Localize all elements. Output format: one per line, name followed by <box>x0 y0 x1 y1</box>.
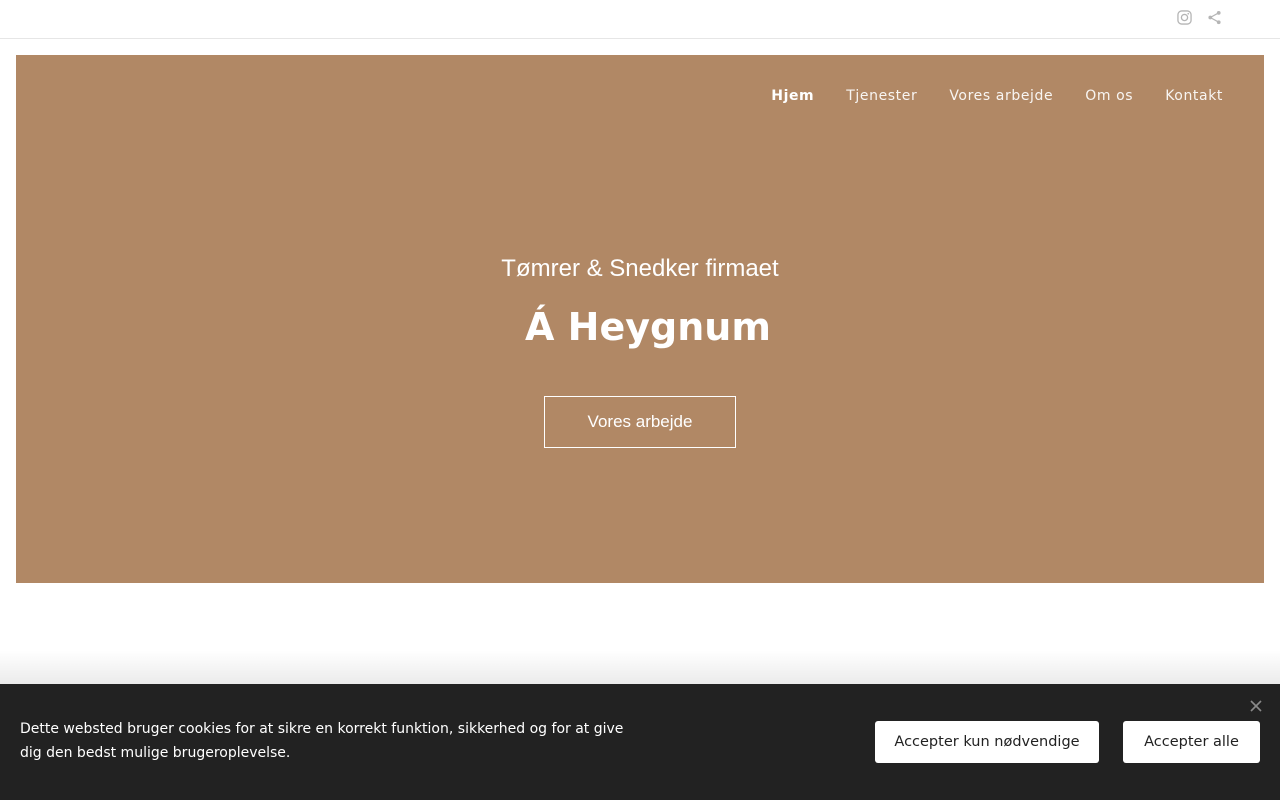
accept-all-button[interactable]: Accepter alle <box>1123 721 1260 763</box>
top-bar <box>0 0 1280 39</box>
nav-item-hjem[interactable]: Hjem <box>755 85 830 107</box>
close-icon[interactable] <box>1248 698 1264 714</box>
cookie-message: Dette websted bruger cookies for at sikr… <box>20 721 624 761</box>
cookie-bar-shadow <box>0 650 1280 684</box>
nav-item-om-os[interactable]: Om os <box>1069 85 1149 107</box>
social-icons <box>1176 9 1222 25</box>
nav-item-tjenester[interactable]: Tjenester <box>830 85 933 107</box>
instagram-icon[interactable] <box>1176 9 1192 25</box>
nav-item-kontakt[interactable]: Kontakt <box>1149 85 1223 107</box>
accept-necessary-button[interactable]: Accepter kun nødvendige <box>875 721 1099 763</box>
cookie-banner: Dette websted bruger cookies for at sikr… <box>0 684 1280 800</box>
nav-item-vores-arbejde[interactable]: Vores arbejde <box>933 85 1069 107</box>
main-nav: Hjem Tjenester Vores arbejde Om os Konta… <box>755 85 1223 107</box>
vores-arbejde-button[interactable]: Vores arbejde <box>544 396 736 448</box>
share-icon[interactable] <box>1206 9 1222 25</box>
hero-subtitle: Tømrer & Snedker firmaet <box>501 255 779 282</box>
hero-section: Hjem Tjenester Vores arbejde Om os Konta… <box>16 55 1264 583</box>
hero-title: Á Heygnum <box>525 305 771 349</box>
